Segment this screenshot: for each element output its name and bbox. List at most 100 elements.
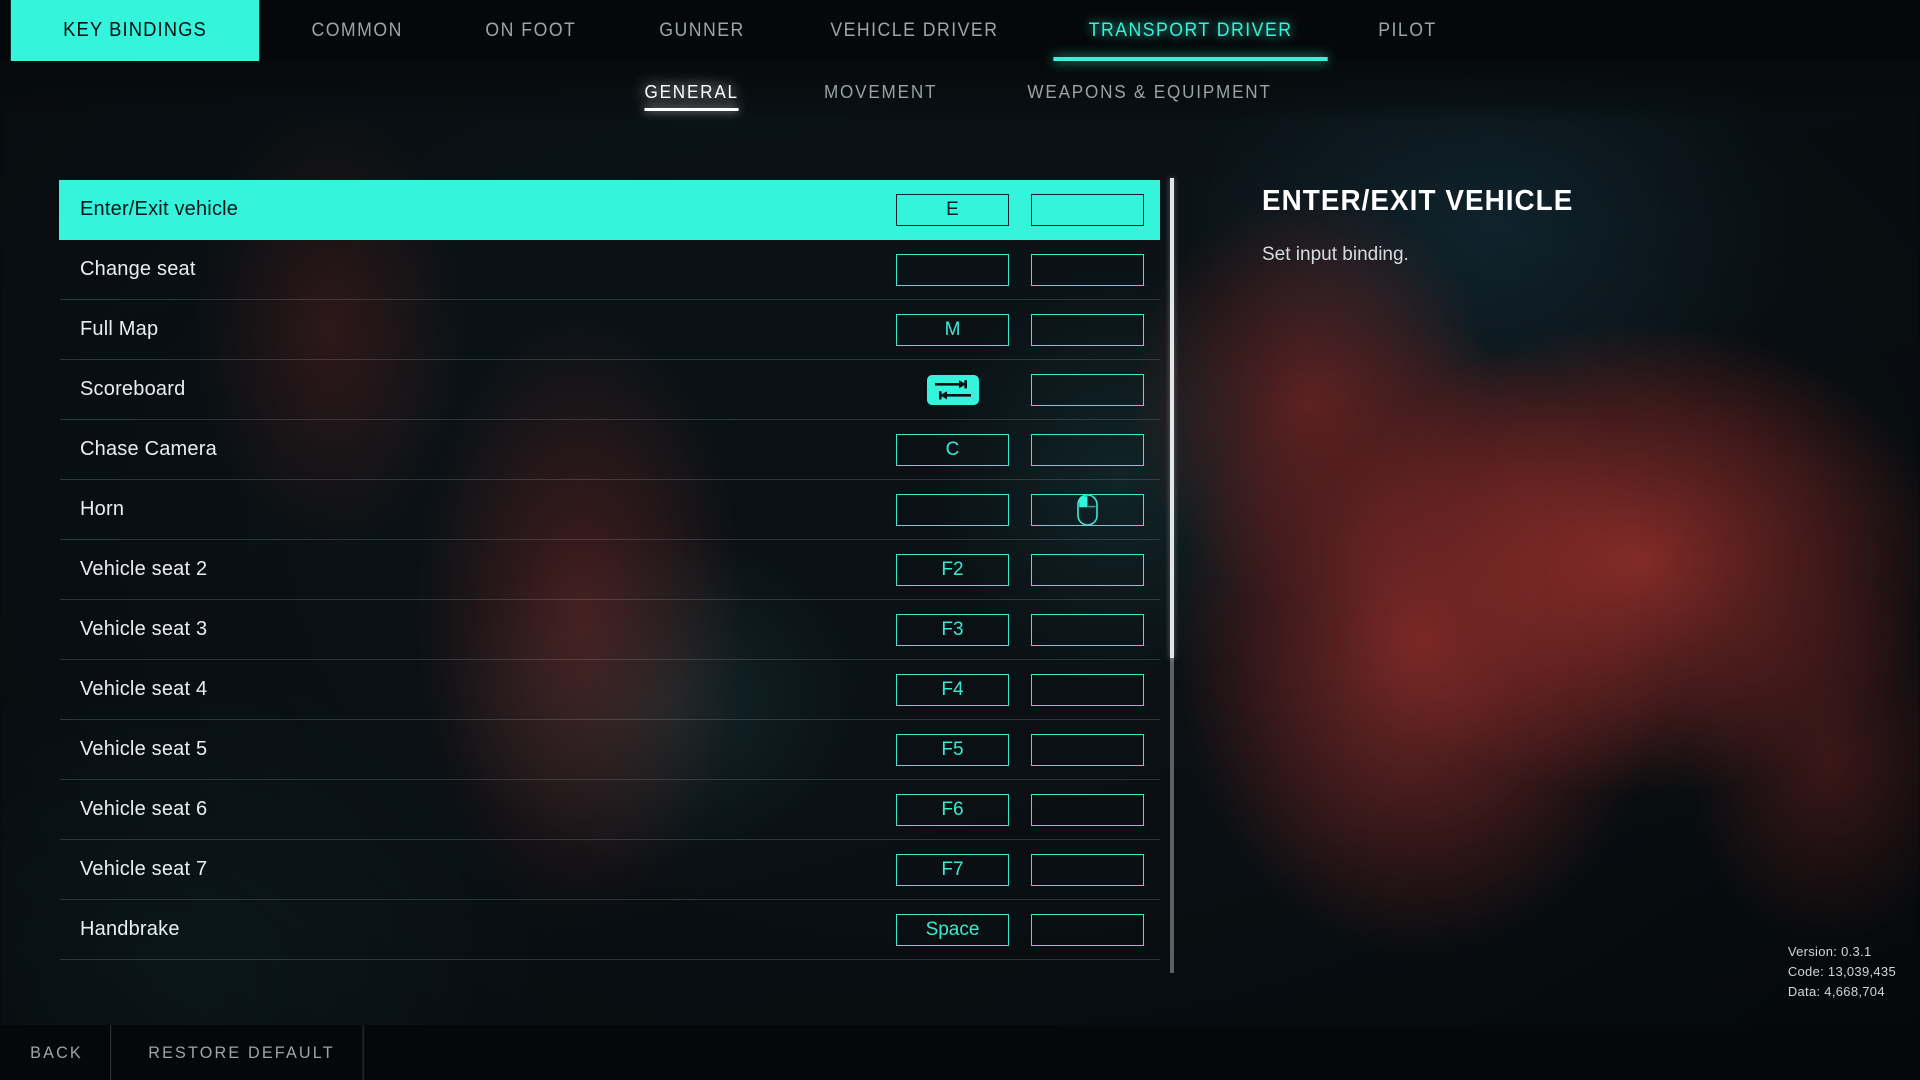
restore-default-button[interactable]: RESTORE DEFAULT: [120, 1025, 364, 1080]
key-binding-label: Vehicle seat 6: [80, 798, 208, 820]
top-nav-tab-on-foot[interactable]: ON FOOT: [450, 0, 612, 61]
key-binding-primary-value: E: [946, 198, 959, 220]
back-button[interactable]: BACK: [3, 1025, 112, 1080]
mouse-left-button-icon: [1077, 493, 1098, 526]
top-nav-tab-vehicle-driver[interactable]: VEHICLE DRIVER: [795, 0, 1034, 61]
key-binding-secondary-slot[interactable]: [1031, 733, 1144, 766]
key-binding-label: Handbrake: [80, 918, 180, 940]
version-info: Version: 0.3.1 Code: 13,039,435 Data: 4,…: [1788, 942, 1896, 1002]
key-binding-row[interactable]: Change seat: [60, 240, 1160, 300]
top-nav-tab-label: TRANSPORT DRIVER: [1088, 19, 1293, 41]
key-binding-label: Vehicle seat 7: [80, 858, 208, 880]
key-binding-row[interactable]: Vehicle seat 2 F2: [60, 540, 1160, 600]
key-binding-primary-value: F4: [941, 678, 964, 700]
top-nav-tab-label: GUNNER: [659, 19, 745, 41]
key-binding-secondary-slot[interactable]: [1031, 433, 1144, 466]
key-binding-secondary-slot[interactable]: [1031, 493, 1144, 526]
bottom-action-bar: BACK RESTORE DEFAULT: [0, 1025, 1920, 1080]
key-binding-primary-slot[interactable]: [896, 493, 1009, 526]
key-binding-secondary-slot[interactable]: [1031, 193, 1144, 226]
top-nav-tab-label: ON FOOT: [485, 19, 577, 41]
key-binding-primary-value: F5: [941, 738, 964, 760]
key-binding-secondary-slot[interactable]: [1031, 313, 1144, 346]
key-binding-label: Vehicle seat 4: [80, 678, 208, 700]
key-binding-primary-slot[interactable]: E: [896, 193, 1009, 226]
key-binding-primary-value: F3: [941, 618, 964, 640]
key-binding-secondary-slot[interactable]: [1031, 853, 1144, 886]
key-binding-label: Enter/Exit vehicle: [80, 198, 239, 220]
sub-navigation-bar: GENERAL MOVEMENT WEAPONS & EQUIPMENT: [0, 61, 1920, 123]
key-binding-primary-slot[interactable]: F2: [896, 553, 1009, 586]
detail-description: Set input binding.: [1262, 244, 1409, 265]
restore-default-label: RESTORE DEFAULT: [148, 1042, 335, 1062]
key-binding-primary-value: F7: [941, 858, 964, 880]
key-binding-primary-slot[interactable]: F7: [896, 853, 1009, 886]
tab-key-icon: [926, 374, 979, 405]
key-binding-label: Scoreboard: [80, 378, 186, 400]
key-binding-primary-slot[interactable]: F6: [896, 793, 1009, 826]
data-line: Data: 4,668,704: [1787, 983, 1885, 999]
sub-nav-tab-weapons-equipment[interactable]: WEAPONS & EQUIPMENT: [989, 61, 1309, 123]
top-nav-tab-common[interactable]: COMMON: [276, 0, 438, 61]
key-binding-primary-slot[interactable]: Space: [896, 913, 1009, 946]
key-binding-primary-value: F6: [941, 798, 964, 820]
list-scrollbar-thumb[interactable]: [1170, 178, 1174, 658]
sub-nav-tab-label: WEAPONS & EQUIPMENT: [1027, 81, 1272, 102]
key-binding-primary-slot[interactable]: F5: [896, 733, 1009, 766]
key-binding-secondary-slot[interactable]: [1031, 253, 1144, 286]
key-binding-label: Vehicle seat 5: [80, 738, 208, 760]
key-binding-label: Vehicle seat 2: [80, 558, 208, 580]
key-binding-primary-slot[interactable]: C: [896, 433, 1009, 466]
key-binding-primary-value: C: [945, 438, 960, 460]
top-nav-tab-pilot[interactable]: PILOT: [1343, 0, 1472, 61]
key-bindings-tab[interactable]: KEY BINDINGS: [10, 0, 260, 61]
binding-detail-panel: ENTER/EXIT VEHICLE Set input binding.: [1200, 140, 1900, 266]
key-binding-row[interactable]: Vehicle seat 3 F3: [60, 600, 1160, 660]
key-binding-row[interactable]: Full Map M: [60, 300, 1160, 360]
top-nav-tab-label: VEHICLE DRIVER: [830, 19, 999, 41]
top-nav-tab-label: PILOT: [1378, 19, 1437, 41]
key-binding-primary-value: Space: [925, 918, 980, 940]
key-binding-row[interactable]: Chase Camera C: [60, 420, 1160, 480]
key-binding-primary-slot[interactable]: F3: [896, 613, 1009, 646]
top-nav-tab-gunner[interactable]: GUNNER: [624, 0, 780, 61]
key-binding-primary-slot[interactable]: M: [896, 313, 1009, 346]
key-binding-row[interactable]: Scoreboard: [60, 360, 1160, 420]
key-bindings-label: KEY BINDINGS: [63, 19, 207, 41]
key-binding-secondary-slot[interactable]: [1031, 793, 1144, 826]
key-binding-row[interactable]: Handbrake Space: [60, 900, 1160, 960]
list-scrollbar[interactable]: [1170, 178, 1174, 973]
top-navigation-bar: KEY BINDINGS COMMON ON FOOT GUNNER VEHICLE …: [0, 0, 1920, 61]
key-bindings-list: Enter/Exit vehicle E Change seat Full Map M S…: [59, 180, 1160, 970]
key-binding-row[interactable]: Vehicle seat 4 F4: [60, 660, 1160, 720]
key-binding-primary-slot[interactable]: F4: [896, 673, 1009, 706]
key-binding-primary-value: F2: [941, 558, 964, 580]
top-nav-tab-transport-driver[interactable]: TRANSPORT DRIVER: [1053, 0, 1328, 61]
version-line: Version: 0.3.1: [1787, 943, 1872, 959]
key-binding-row[interactable]: Horn: [60, 480, 1160, 540]
top-nav-tab-label: COMMON: [311, 19, 403, 41]
key-binding-secondary-slot[interactable]: [1031, 913, 1144, 946]
key-binding-secondary-slot[interactable]: [1031, 373, 1144, 406]
key-binding-secondary-slot[interactable]: [1031, 673, 1144, 706]
key-binding-row[interactable]: Vehicle seat 7 F7: [60, 840, 1160, 900]
key-binding-secondary-slot[interactable]: [1031, 613, 1144, 646]
key-binding-label: Horn: [80, 498, 125, 520]
code-line: Code: 13,039,435: [1787, 963, 1896, 979]
sub-nav-tab-label: MOVEMENT: [824, 81, 938, 102]
key-binding-row[interactable]: Vehicle seat 6 F6: [60, 780, 1160, 840]
key-binding-row[interactable]: Enter/Exit vehicle E: [59, 180, 1160, 240]
key-binding-label: Chase Camera: [80, 438, 217, 460]
key-binding-secondary-slot[interactable]: [1031, 553, 1144, 586]
key-binding-label: Vehicle seat 3: [80, 618, 208, 640]
detail-title: ENTER/EXIT VEHICLE: [1262, 185, 1574, 217]
sub-nav-tab-general[interactable]: GENERAL: [607, 61, 777, 123]
sub-nav-tab-movement[interactable]: MOVEMENT: [786, 61, 975, 123]
key-binding-label: Full Map: [80, 318, 159, 340]
back-button-label: BACK: [30, 1042, 83, 1062]
key-binding-primary-slot[interactable]: [896, 374, 1009, 406]
key-binding-row[interactable]: Vehicle seat 5 F5: [60, 720, 1160, 780]
key-binding-primary-value: M: [944, 318, 961, 340]
key-binding-label: Change seat: [80, 258, 196, 280]
key-binding-primary-slot[interactable]: [896, 253, 1009, 286]
